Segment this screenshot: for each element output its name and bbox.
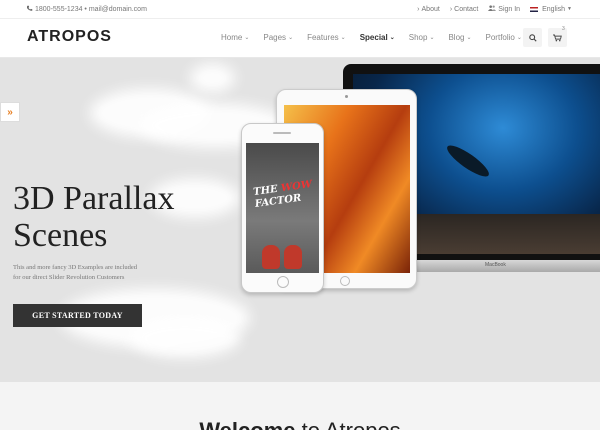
sign-in-label: Sign In [498,5,521,13]
nav-pages[interactable]: Pages ⌄ [263,33,293,42]
top-bar: 1800-555-1234 • mail@domain.com › About … [0,0,600,19]
flag-icon [530,6,539,12]
contact-info: 1800-555-1234 • mail@domain.com [26,5,147,14]
language-selector[interactable]: English ▼ [530,6,572,13]
nav-features-label: Features [307,33,339,42]
phone-icon [26,5,33,14]
hero-title-line: Scenes [13,217,108,254]
chevron-right-icon: › [417,5,420,13]
chevron-down-icon: ⌄ [466,35,472,41]
nav-portfolio-label: Portfolio [485,33,515,42]
shoe [262,245,280,269]
nav-shop-label: Shop [408,33,428,42]
diver-silhouette [443,140,493,182]
nav-special[interactable]: Special ⌄ [360,33,395,42]
phone-text-wow: WOW [280,178,313,195]
search-button[interactable] [523,28,542,47]
nav-home-label: Home [221,33,243,42]
search-icon [528,29,537,47]
chevron-down-icon: ⌄ [389,35,395,41]
about-link[interactable]: › About [417,6,440,13]
nav-home[interactable]: Home ⌄ [221,33,249,42]
tablet-camera [345,95,348,98]
laptop-label: MacBook [485,262,506,268]
caret-down-icon: ▼ [567,6,572,12]
welcome-title-bold: Welcome [199,418,295,430]
chevron-down-icon: ⌄ [244,35,250,41]
slider-toggle-tab[interactable]: » [0,102,20,122]
contact-text: 1800-555-1234 • mail@domain.com [35,6,147,13]
logo[interactable]: ATROPOS [27,28,112,46]
users-icon [488,5,497,13]
hero-subtitle-line: This and more fancy 3D Examples are incl… [13,264,137,271]
hero-subtitle-line: for our direct Slider Revolution Custome… [13,274,125,281]
site-header: ATROPOS Home ⌄ Pages ⌄ Features ⌄ Special ⌄ … [0,19,600,58]
phone-screen-image: THE WOW FACTOR [246,143,319,273]
chevron-down-icon: ⌄ [340,35,346,41]
cloud [130,318,240,358]
nav-portfolio[interactable]: Portfolio ⌄ [486,33,522,42]
tablet-home-button [340,276,350,286]
cart-count-badge: 3 [562,26,565,32]
nav-blog[interactable]: Blog ⌄ [448,33,471,42]
nav-special-label: Special [359,33,388,42]
double-chevron-right-icon: » [7,106,13,118]
hero-title-line: 3D Parallax [13,180,175,217]
chevron-right-icon: › [449,5,453,13]
about-link-label: About [421,5,440,13]
hero-title: 3D Parallax Scenes [13,180,174,254]
contact-link[interactable]: › Contact [450,6,478,13]
contact-link-label: Contact [454,5,479,13]
hero-subtitle: This and more fancy 3D Examples are incl… [13,263,137,283]
shoe [284,245,302,269]
shoes-image [260,243,304,269]
chevron-down-icon: ⌄ [429,35,435,41]
language-label: English [542,5,566,13]
phone-speaker [273,132,291,134]
chevron-down-icon: ⌄ [516,35,522,41]
nav-shop[interactable]: Shop ⌄ [409,33,435,42]
phone-home-button [277,276,289,288]
main-nav: Home ⌄ Pages ⌄ Features ⌄ Special ⌄ Shop ⌄ Bl… [221,33,536,42]
welcome-title: Welcome to Atropos [0,418,600,430]
nav-features[interactable]: Features ⌄ [307,33,346,42]
sign-in-link[interactable]: Sign In [488,5,520,13]
cart-icon [553,29,562,47]
welcome-section: Welcome to Atropos [0,382,600,430]
phone-screen-text: THE WOW FACTOR [253,179,315,211]
get-started-button[interactable]: GET STARTED TODAY [13,304,142,327]
nav-blog-label: Blog [448,33,465,42]
cloud [190,63,235,93]
nav-pages-label: Pages [263,33,287,42]
welcome-title-light: to Atropos [296,418,401,430]
chevron-down-icon: ⌄ [288,35,294,41]
